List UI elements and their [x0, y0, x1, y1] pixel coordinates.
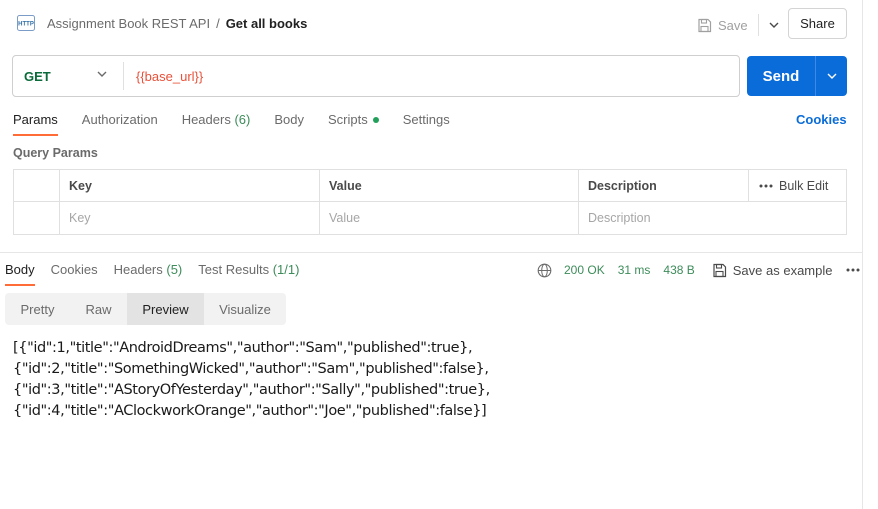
query-params-table: Key Value Description Bulk Edit Key Valu…	[13, 169, 847, 235]
column-header-description: Description	[578, 170, 748, 202]
network-globe-icon[interactable]	[537, 263, 552, 278]
column-header-value: Value	[319, 170, 578, 202]
response-tab-test-results-label: Test Results	[198, 262, 270, 277]
view-tab-preview[interactable]: Preview	[127, 293, 204, 325]
tab-headers-count: (6)	[234, 112, 251, 127]
response-tab-headers[interactable]: Headers (5)	[114, 262, 183, 284]
column-header-key: Key	[59, 170, 319, 202]
send-button-group: Send	[747, 56, 847, 96]
response-tab-headers-label: Headers	[113, 262, 163, 277]
body-view-tabs: Pretty Raw Preview Visualize	[5, 293, 286, 325]
response-time[interactable]: 31 ms	[618, 263, 651, 277]
view-tab-raw[interactable]: Raw	[70, 293, 127, 325]
breadcrumb: Assignment Book REST API / Get all books	[47, 16, 307, 31]
tab-scripts-label: Scripts	[327, 112, 368, 127]
send-options-button[interactable]	[816, 73, 847, 79]
save-split-divider	[757, 14, 759, 36]
response-tab-test-results-count: (1/1)	[272, 262, 300, 277]
cookies-link[interactable]: Cookies	[796, 112, 847, 127]
response-size[interactable]: 438 B	[663, 263, 694, 277]
view-tab-visualize[interactable]: Visualize	[204, 293, 286, 325]
save-label: Save	[718, 17, 748, 33]
table-header-row: Key Value Description Bulk Edit	[14, 170, 846, 202]
save-icon	[698, 18, 712, 32]
preview-line: {"id":4,"title":"AClockworkOrange","auth…	[13, 403, 487, 419]
breadcrumb-separator: /	[216, 16, 220, 31]
preview-line: [{"id":1,"title":"AndroidDreams","author…	[13, 340, 473, 356]
chevron-down-icon	[769, 22, 779, 28]
request-title[interactable]: Get all books	[226, 16, 308, 31]
status-code[interactable]: 200 OK	[564, 263, 605, 277]
scripts-indicator-dot	[372, 116, 379, 123]
param-value-input[interactable]: Value	[319, 202, 578, 234]
pane-divider	[862, 0, 863, 509]
bulk-edit-label: Bulk Edit	[779, 179, 829, 193]
response-preview: [{"id":1,"title":"AndroidDreams","author…	[13, 338, 853, 422]
view-tab-pretty[interactable]: Pretty	[5, 293, 70, 325]
share-button[interactable]: Share	[788, 8, 847, 39]
table-row: Key Value Description	[14, 202, 846, 234]
tab-settings[interactable]: Settings	[403, 112, 450, 134]
save-options-button[interactable]	[766, 17, 782, 33]
more-horizontal-icon	[759, 184, 773, 188]
url-input[interactable]	[124, 56, 739, 96]
tab-scripts[interactable]: Scripts	[328, 112, 379, 134]
chevron-down-icon	[97, 71, 107, 77]
response-divider[interactable]	[0, 252, 862, 253]
tab-authorization[interactable]: Authorization	[82, 112, 158, 134]
save-button[interactable]: Save	[697, 18, 748, 33]
param-key-input[interactable]: Key	[59, 202, 319, 234]
response-tab-test-results[interactable]: Test Results (1/1)	[198, 262, 299, 284]
tab-headers-label: Headers	[181, 112, 231, 127]
http-request-icon: HTTP	[17, 15, 35, 31]
request-header: HTTP Assignment Book REST API / Get all bo…	[0, 0, 862, 48]
response-tab-headers-count: (5)	[166, 262, 183, 277]
preview-line: {"id":3,"title":"AStoryOfYesterday","aut…	[13, 382, 490, 398]
table-header-checkbox-cell	[14, 170, 59, 202]
url-bar: GET	[12, 55, 740, 97]
chevron-down-icon	[827, 73, 836, 79]
tab-params[interactable]: Params	[13, 112, 58, 136]
save-as-example-button[interactable]: Save as example	[712, 262, 833, 278]
save-as-example-label: Save as example	[732, 262, 833, 278]
tab-headers[interactable]: Headers (6)	[182, 112, 251, 134]
svg-text:HTTP: HTTP	[18, 22, 34, 28]
method-label: GET	[24, 68, 51, 84]
row-checkbox-cell	[14, 202, 59, 234]
response-tab-body[interactable]: Body	[5, 262, 35, 286]
method-select[interactable]: GET	[13, 56, 123, 96]
save-icon	[713, 263, 726, 277]
param-description-input[interactable]: Description	[578, 202, 846, 234]
preview-line: {"id":2,"title":"SomethingWicked","autho…	[13, 361, 489, 377]
save-group: Save	[697, 12, 782, 38]
more-options-icon[interactable]	[846, 268, 860, 272]
query-params-title: Query Params	[13, 146, 98, 160]
breadcrumb-collection[interactable]: Assignment Book REST API	[47, 16, 210, 31]
response-meta: 200 OK 31 ms 438 B Save as example	[537, 261, 860, 279]
send-button[interactable]: Send	[747, 68, 815, 85]
bulk-edit-button[interactable]: Bulk Edit	[748, 170, 846, 202]
request-tabs: Params Authorization Headers (6) Body Sc…	[13, 112, 474, 136]
response-tabs: Body Cookies Headers (5) Test Results (1…	[5, 262, 315, 286]
response-tab-cookies[interactable]: Cookies	[51, 262, 98, 284]
tab-body[interactable]: Body	[274, 112, 304, 134]
